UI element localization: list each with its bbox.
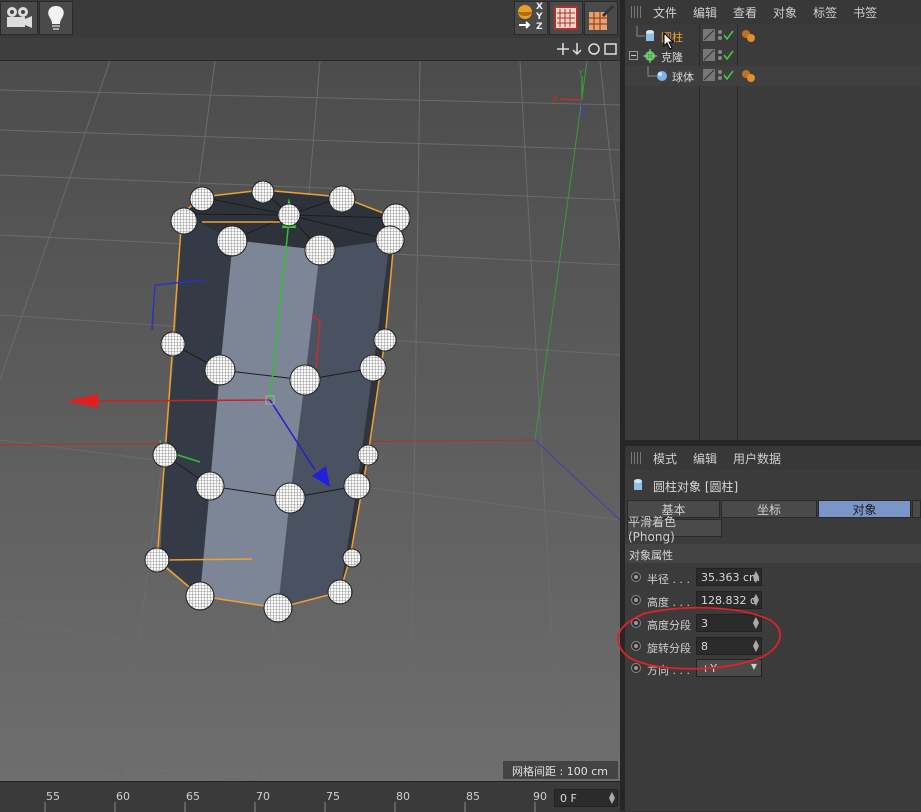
- column-divider[interactable]: [699, 24, 700, 440]
- menu-bookmarks[interactable]: 书签: [853, 4, 877, 21]
- camera-icon: [7, 7, 32, 28]
- menu-objects[interactable]: 对象: [773, 4, 797, 21]
- material-tag-icon[interactable]: [741, 69, 757, 83]
- section-title: 对象属性: [629, 549, 673, 562]
- coord-z-label: Z: [536, 22, 543, 32]
- viewport-nav-icons[interactable]: [556, 42, 618, 56]
- timeline-tick: 80: [396, 790, 410, 803]
- timeline-tick: 60: [116, 790, 130, 803]
- render-region-icon: [554, 6, 578, 30]
- visibility-toggles[interactable]: [703, 69, 735, 83]
- main-toolbar: X Y Z: [0, 0, 621, 38]
- cylinder-icon: [646, 30, 654, 41]
- panel-grip-icon[interactable]: [631, 6, 643, 18]
- current-frame-value: 0 F: [560, 792, 577, 805]
- coord-y-label: Y: [536, 12, 543, 22]
- render-brush-icon: [589, 4, 615, 30]
- red-annotation-circle: [617, 606, 782, 670]
- axis-x-label: X: [552, 95, 558, 105]
- timeline-tick: 70: [256, 790, 270, 803]
- frame-spinner-icon[interactable]: ▲ ▼: [609, 791, 615, 805]
- object-row-cloner[interactable]: 克隆: [625, 46, 921, 66]
- current-frame-field[interactable]: 0 F ▲ ▼: [554, 789, 618, 807]
- visibility-toggles[interactable]: [703, 29, 735, 43]
- menu-view[interactable]: 查看: [733, 4, 757, 21]
- coord-x-label: X: [536, 2, 543, 12]
- spinner-icon[interactable]: ▲ ▼: [753, 570, 759, 584]
- viewport-header: [0, 38, 621, 61]
- object-row-cylinder[interactable]: 圆柱: [625, 26, 921, 50]
- object-name[interactable]: 球体: [672, 69, 694, 85]
- timeline-tick: 65: [186, 790, 200, 803]
- menu-file[interactable]: 文件: [653, 4, 677, 21]
- menu-mode[interactable]: 模式: [653, 450, 677, 467]
- menu-user-data[interactable]: 用户数据: [733, 450, 781, 467]
- property-radius: 半径 . . . 35.363 cm ▲ ▼: [628, 568, 918, 588]
- material-tag-icon[interactable]: [741, 29, 757, 43]
- object-manager: 文件 编辑 查看 对象 标签 书签 圆柱 克隆 球体: [625, 0, 921, 440]
- timeline-tick: 90: [533, 790, 547, 803]
- section-header: 对象属性: [625, 544, 921, 563]
- grid-spacing-label: 网格间距 : 100 cm: [503, 761, 618, 779]
- sphere-icon: [657, 71, 667, 81]
- object-row-sphere[interactable]: 球体: [625, 66, 921, 86]
- radius-input[interactable]: 35.363 cm ▲ ▼: [696, 568, 762, 586]
- render-settings-button[interactable]: [584, 1, 618, 35]
- timeline-tick: 85: [466, 790, 480, 803]
- menu-tags[interactable]: 标签: [813, 4, 837, 21]
- cloner-icon: [643, 49, 657, 63]
- animate-radio-icon[interactable]: [631, 572, 641, 582]
- tab-object[interactable]: 对象: [818, 500, 911, 518]
- axis-z-label: Z: [579, 111, 585, 121]
- menu-edit[interactable]: 编辑: [693, 450, 717, 467]
- radius-value: 35.363 cm: [701, 571, 760, 584]
- object-title: 圆柱对象 [圆柱]: [653, 480, 739, 494]
- object-name[interactable]: 克隆: [661, 49, 683, 65]
- timeline-tick: 55: [46, 790, 60, 803]
- tree-line-icon: [636, 26, 645, 37]
- timeline-ruler[interactable]: 55 60 65 70 75 80 85 90 0 F ▲ ▼: [0, 781, 620, 812]
- timeline-tick: 75: [326, 790, 340, 803]
- viewport-scene: Y X Z: [0, 61, 620, 781]
- tab-phong[interactable]: 平滑着色(Phong): [627, 515, 722, 544]
- visibility-toggles[interactable]: [703, 49, 735, 63]
- camera-button[interactable]: [0, 1, 38, 35]
- 3d-viewport[interactable]: Y X Z 网格间距: 100 cm: [0, 61, 620, 781]
- tab-overflow[interactable]: [912, 500, 921, 518]
- axis-y-label: Y: [577, 69, 584, 79]
- attribute-manager-menu: 模式 编辑 用户数据: [625, 446, 921, 470]
- panel-grip-icon[interactable]: [631, 452, 643, 464]
- tab-coordinates[interactable]: 坐标: [721, 500, 817, 518]
- lightbulb-icon: [48, 6, 64, 30]
- column-divider[interactable]: [737, 24, 738, 440]
- light-button[interactable]: [39, 1, 73, 35]
- coordinate-system-button[interactable]: X Y Z: [514, 1, 548, 35]
- render-region-button[interactable]: [549, 1, 583, 35]
- collapse-icon[interactable]: [629, 51, 639, 61]
- object-manager-menu: 文件 编辑 查看 对象 标签 书签: [625, 0, 921, 24]
- cylinder-icon: [634, 479, 642, 490]
- property-label: 半径 . . .: [647, 573, 690, 586]
- menu-edit[interactable]: 编辑: [693, 4, 717, 21]
